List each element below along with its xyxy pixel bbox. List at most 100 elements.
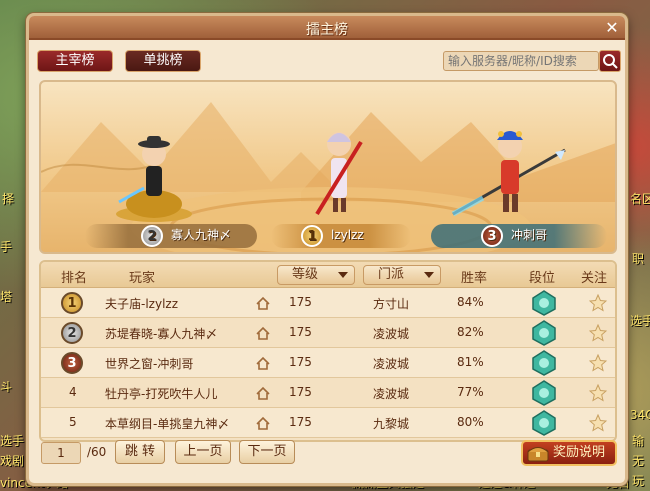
rank-number: 4 <box>69 385 77 399</box>
header-rank: 排名 <box>61 271 88 286</box>
player-level: 175 <box>289 295 312 309</box>
chevron-down-icon <box>424 272 434 278</box>
jump-button[interactable]: 跳 转 <box>115 440 165 464</box>
close-button[interactable]: ✕ <box>603 19 621 37</box>
tier-emblem-icon <box>532 410 556 436</box>
header-follow: 关注 <box>581 271 608 286</box>
bg-text: 无 <box>632 454 645 468</box>
podium-rank-badge: 2 <box>141 225 163 247</box>
player-name[interactable]: 夫子庙-lzylzz <box>105 295 178 312</box>
title-bar: 擂主榜 ✕ <box>29 16 625 40</box>
player-winrate: 84% <box>457 295 484 309</box>
home-icon[interactable] <box>255 355 271 371</box>
home-icon[interactable] <box>255 295 271 311</box>
podium-player-name: lzylzz <box>331 228 364 242</box>
table-row[interactable]: 3 世界之窗-冲刺哥 175 凌波城 81% <box>41 348 615 378</box>
podium-plate-first: 1 lzylzz <box>271 224 411 248</box>
bg-text: 选手 <box>0 434 25 448</box>
player-sect: 凌波城 <box>373 327 410 341</box>
table-row[interactable]: 2 苏堤春晓-寡人九神〆 175 凌波城 82% <box>41 318 615 348</box>
player-winrate: 80% <box>457 415 484 429</box>
podium-scene: 2 寡人九神〆 1 lzylzz 3 冲刺哥 <box>39 80 617 254</box>
player-name[interactable]: 牡丹亭-打死吹牛人儿 <box>105 385 217 402</box>
ranking-table: 排名 玩家 等级 门派 胜率 段位 关注 1 夫子庙-lzylzz 175 方寸… <box>39 260 617 442</box>
leaderboard-panel: 擂主榜 ✕ 主宰榜 单挑榜 输入服务器/昵称/ID搜索 2 寡人九神〆 1 lz… <box>26 13 628 486</box>
sect-filter-dropdown[interactable]: 门派 <box>363 265 441 285</box>
follow-star-icon[interactable] <box>589 294 607 312</box>
chevron-down-icon <box>338 272 348 278</box>
rank-badge-silver: 2 <box>61 322 83 344</box>
third-place-character[interactable] <box>443 122 573 222</box>
player-winrate: 77% <box>457 385 484 399</box>
player-sect: 凌波城 <box>373 357 410 371</box>
search-button[interactable] <box>599 50 621 72</box>
tab-duel[interactable]: 单挑榜 <box>125 50 201 72</box>
table-row[interactable]: 4 牡丹亭-打死吹牛人儿 175 凌波城 77% <box>41 378 615 408</box>
podium-player-name: 寡人九神〆 <box>171 228 232 242</box>
tier-emblem-icon <box>532 320 556 346</box>
podium-rank-badge: 3 <box>481 225 503 247</box>
treasure-chest-icon <box>527 447 549 462</box>
tab-dominator[interactable]: 主宰榜 <box>37 50 113 72</box>
home-icon[interactable] <box>255 385 271 401</box>
search-input[interactable] <box>443 51 599 71</box>
player-level: 175 <box>289 325 312 339</box>
header-tier: 段位 <box>529 271 556 286</box>
rank-badge-bronze: 3 <box>61 352 83 374</box>
prev-page-button[interactable]: 上一页 <box>175 440 231 464</box>
follow-star-icon[interactable] <box>589 324 607 342</box>
reward-info-button[interactable]: 奖励说明 <box>521 440 617 466</box>
home-icon[interactable] <box>255 325 271 341</box>
table-row[interactable]: 1 夫子庙-lzylzz 175 方寸山 84% <box>41 288 615 318</box>
window-title: 擂主榜 <box>306 22 348 38</box>
player-sect: 九黎城 <box>373 417 410 431</box>
follow-star-icon[interactable] <box>589 414 607 432</box>
second-place-character[interactable] <box>109 132 199 222</box>
home-icon[interactable] <box>255 415 271 431</box>
tier-emblem-icon <box>532 380 556 406</box>
page-number-input[interactable] <box>41 442 81 464</box>
player-name[interactable]: 本草纲目-单挑皇九神〆 <box>105 415 229 432</box>
follow-star-icon[interactable] <box>589 384 607 402</box>
tier-emblem-icon <box>532 290 556 316</box>
reward-info-label: 奖励说明 <box>553 445 606 460</box>
rank-badge-gold: 1 <box>61 292 83 314</box>
player-level: 175 <box>289 415 312 429</box>
player-level: 175 <box>289 355 312 369</box>
player-sect: 方寸山 <box>373 297 410 311</box>
follow-star-icon[interactable] <box>589 354 607 372</box>
table-row[interactable]: 5 本草纲目-单挑皇九神〆 175 九黎城 80% <box>41 408 615 438</box>
first-place-character[interactable] <box>299 122 379 222</box>
bg-text: 斗 <box>0 380 13 394</box>
level-sort-dropdown[interactable]: 等级 <box>277 265 355 285</box>
header-player: 玩家 <box>129 271 156 286</box>
bg-text: 择 <box>2 192 15 206</box>
player-name[interactable]: 苏堤春晓-寡人九神〆 <box>105 325 217 342</box>
player-level: 175 <box>289 385 312 399</box>
player-sect: 凌波城 <box>373 387 410 401</box>
bg-text: 34Q <box>630 408 650 422</box>
header-level: 等级 <box>292 267 319 282</box>
bg-text: 名区 <box>630 192 650 206</box>
podium-plate-third: 3 冲刺哥 <box>431 224 607 248</box>
bg-text: 戏剧 <box>0 454 25 468</box>
bg-text: 输 <box>632 434 645 448</box>
bg-text: 塔 <box>0 290 13 304</box>
podium-player-name: 冲刺哥 <box>511 228 548 242</box>
tier-emblem-icon <box>532 350 556 376</box>
bg-text: 职 <box>632 252 645 266</box>
table-header: 排名 玩家 等级 门派 胜率 段位 关注 <box>41 262 615 288</box>
podium-rank-badge: 1 <box>301 225 323 247</box>
bg-text: 选手 <box>630 314 650 328</box>
bg-text: 玩 <box>632 474 645 488</box>
page-total: /60 <box>87 445 107 459</box>
bg-text: 手 <box>0 240 13 254</box>
player-winrate: 82% <box>457 325 484 339</box>
podium-plate-second: 2 寡人九神〆 <box>85 224 257 248</box>
next-page-button[interactable]: 下一页 <box>239 440 295 464</box>
header-sect: 门派 <box>378 267 405 282</box>
rank-number: 5 <box>69 415 77 429</box>
header-winrate: 胜率 <box>461 271 488 286</box>
search-icon <box>603 54 618 69</box>
player-name[interactable]: 世界之窗-冲刺哥 <box>105 355 193 372</box>
